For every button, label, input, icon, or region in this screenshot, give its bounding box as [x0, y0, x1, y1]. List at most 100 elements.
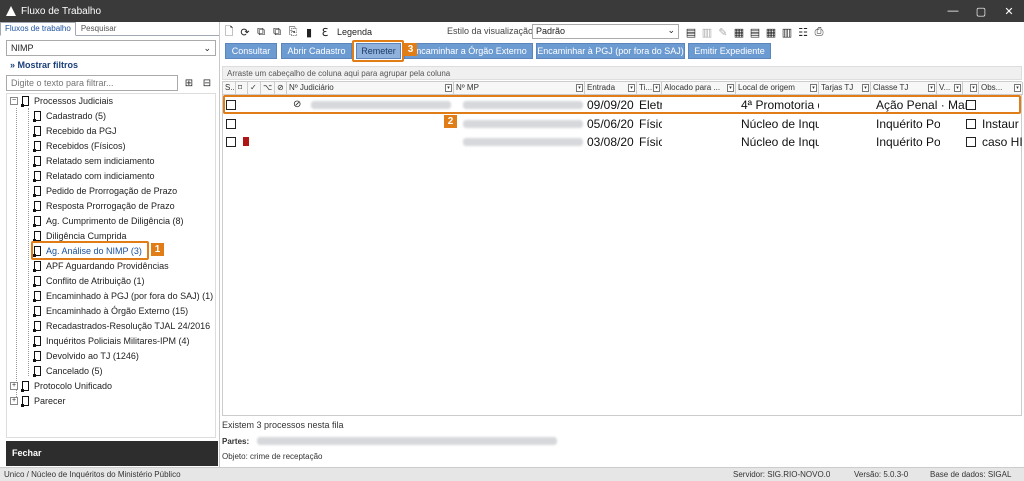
col-local-origem[interactable]: Local de origem ▾ [736, 82, 819, 95]
tree-item[interactable]: Encaminhado à PGJ (por fora do SAJ) (1) [33, 289, 213, 303]
flow-select[interactable]: NIMP ⌄ [6, 40, 216, 56]
tree-item[interactable]: Relatado sem indiciamento [33, 154, 155, 168]
filter-input[interactable] [6, 75, 178, 91]
column-filter-icon[interactable]: ▾ [727, 84, 734, 92]
list-icon[interactable]: ☷ [795, 24, 811, 40]
tree-item[interactable]: Ag. Cumprimento de Diligência (8) [33, 214, 184, 228]
refresh-icon[interactable]: ⟳ [237, 24, 253, 40]
tree-node-protocolo-unificado[interactable]: + Protocolo Unificado [10, 379, 112, 393]
check-icon[interactable]: ✓ [248, 82, 261, 95]
column-filter-icon[interactable]: ▾ [628, 84, 635, 92]
column-filter-icon[interactable]: ▾ [653, 84, 660, 92]
tree-item[interactable]: Devolvido ao TJ (1246) [33, 349, 139, 363]
column-filter-icon[interactable]: ▾ [810, 84, 817, 92]
document-icon [21, 396, 29, 407]
collapse-all-icon[interactable]: ⊟ [200, 76, 214, 90]
split-icon[interactable]: ▥ [779, 24, 795, 40]
status-server: Servidor: SIG.RIO-NOVO.0 [733, 470, 831, 479]
grid-icon[interactable]: ▦ [763, 24, 779, 40]
copy-icon[interactable]: ⧉ [253, 24, 269, 40]
col-nr-mp[interactable]: Nº MP ▾ [454, 82, 585, 95]
tree-item[interactable]: Conflito de Atribuição (1) [33, 274, 145, 288]
col-v[interactable]: V... ▾ [937, 82, 963, 95]
row-checkbox[interactable] [226, 137, 236, 147]
column-filter-icon[interactable]: ▾ [954, 84, 961, 92]
column-filter-icon[interactable]: ▾ [576, 84, 583, 92]
column-filter-icon[interactable]: ▾ [970, 84, 977, 92]
col-status[interactable]: S... [223, 82, 236, 95]
tree-item[interactable]: Pedido de Prorrogação de Prazo [33, 184, 177, 198]
row-checkbox[interactable] [966, 137, 976, 147]
document-icon[interactable]: ▮ [301, 24, 317, 40]
highlight-box [223, 95, 1021, 114]
column-filter-icon[interactable]: ▾ [445, 84, 452, 92]
col-e[interactable]: ▾ [963, 82, 979, 95]
tree-item[interactable]: Encaminhado à Órgão Externo (15) [33, 304, 188, 318]
tree-item[interactable]: Resposta Prorrogação de Prazo [33, 199, 175, 213]
filter-check-icon[interactable]: ⌥ [261, 82, 275, 95]
layout-icon[interactable]: ▤ [747, 24, 763, 40]
document-icon [21, 381, 29, 392]
tree-node-processos-judiciais[interactable]: − Processos Judiciais [10, 94, 113, 108]
encaminhar-orgao-button[interactable]: Encaminhar a Órgão Externo [404, 43, 533, 59]
style-select[interactable]: Padrão ⌄ [532, 24, 679, 39]
expand-icon[interactable]: + [10, 382, 18, 390]
tree-guide-line [28, 108, 29, 376]
tab-pesquisar[interactable]: Pesquisar [76, 22, 122, 35]
columns-icon[interactable]: ▦ [731, 24, 747, 40]
emitir-expediente-button[interactable]: Emitir Expediente [688, 43, 771, 59]
new-doc-icon[interactable]: 🗋 [221, 24, 237, 40]
table-row[interactable]: 03/08/20 Físic Núcleo de Inque Inquérito… [223, 133, 1023, 151]
col-alocado[interactable]: Alocado para ... ▾ [662, 82, 736, 95]
step-badge: 3 [404, 43, 417, 56]
cell-classe: Inquérito Po [876, 117, 940, 131]
close-button[interactable]: Fechar [6, 441, 218, 466]
row-checkbox[interactable] [226, 119, 236, 129]
tree-item[interactable]: Recebido da PGJ [33, 124, 117, 138]
tree-item[interactable]: Cadastrado (5) [33, 109, 106, 123]
legend-label[interactable]: Legenda [337, 27, 372, 37]
expand-all-icon[interactable]: ⊞ [182, 76, 196, 90]
row-checkbox[interactable] [966, 119, 976, 129]
close-window-button[interactable]: ✕ [996, 0, 1022, 22]
legend-icon[interactable]: ℇ [317, 24, 333, 40]
delete-view-icon: ▥ [701, 26, 713, 39]
expand-icon[interactable]: + [10, 397, 18, 405]
collapse-icon[interactable]: − [10, 97, 18, 105]
print-icon[interactable]: ⎙ [811, 24, 827, 40]
maximize-button[interactable]: ▢ [968, 0, 994, 22]
tree-item[interactable]: APF Aguardando Providências [33, 259, 169, 273]
minimize-button[interactable]: — [940, 0, 966, 22]
step-badge: 1 [151, 243, 164, 256]
col-tipo[interactable]: Ti... ▾ [637, 82, 662, 95]
tab-fluxos[interactable]: Fluxos de trabalho [0, 22, 76, 36]
main-panel: 🗋 ⟳ ⧉ ⧉ ⎘ ▮ ℇ Legenda Estilo da visualiz… [221, 22, 1024, 467]
table-row[interactable]: 05/06/20 Físic Núcleo de Inque Inquérito… [223, 115, 1023, 133]
col-tarjas[interactable]: Tarjas TJ ▾ [819, 82, 871, 95]
tree-item[interactable]: Inquéritos Policiais Militares-IPM (4) [33, 334, 190, 348]
col-classe[interactable]: Classe TJ ▾ [871, 82, 937, 95]
column-filter-icon[interactable]: ▾ [928, 84, 935, 92]
abrir-cadastro-button[interactable]: Abrir Cadastro [281, 43, 352, 59]
col-entrada[interactable]: Entrada ▾ [585, 82, 637, 95]
status-version: Versão: 5.0.3-0 [854, 470, 909, 479]
show-filters-link[interactable]: » Mostrar filtros [10, 60, 78, 70]
save-view-icon[interactable]: ▤ [683, 24, 699, 40]
tree-item[interactable]: Relatado com indiciamento [33, 169, 155, 183]
consultar-button[interactable]: Consultar [225, 43, 277, 59]
attachment-icon[interactable]: ⊘ [275, 82, 287, 95]
column-filter-icon[interactable]: ▾ [1014, 84, 1021, 92]
paste-icon[interactable]: ⎘ [285, 24, 301, 40]
cell-tipo: Físic [639, 117, 662, 131]
left-tabs: Fluxos de trabalho Pesquisar [0, 22, 219, 36]
column-filter-icon[interactable]: ▾ [862, 84, 869, 92]
encaminhar-pgj-button[interactable]: Encaminhar à PGJ (por fora do SAJ) [536, 43, 685, 59]
tree-node-parecer[interactable]: + Parecer [10, 394, 66, 408]
col-obs[interactable]: Obs... ▾ [979, 82, 1023, 95]
col-nr-judiciario[interactable]: Nº Judiciário ▾ [287, 82, 454, 95]
bookmark-icon[interactable]: ⌑ [236, 82, 248, 95]
tree-item[interactable]: Cancelado (5) [33, 364, 103, 378]
duplicate-icon[interactable]: ⧉ [269, 24, 285, 40]
tree-item[interactable]: Recebidos (Físicos) [33, 139, 126, 153]
tree-item[interactable]: Recadastrados-Resolução TJAL 24/2016 [33, 319, 210, 333]
